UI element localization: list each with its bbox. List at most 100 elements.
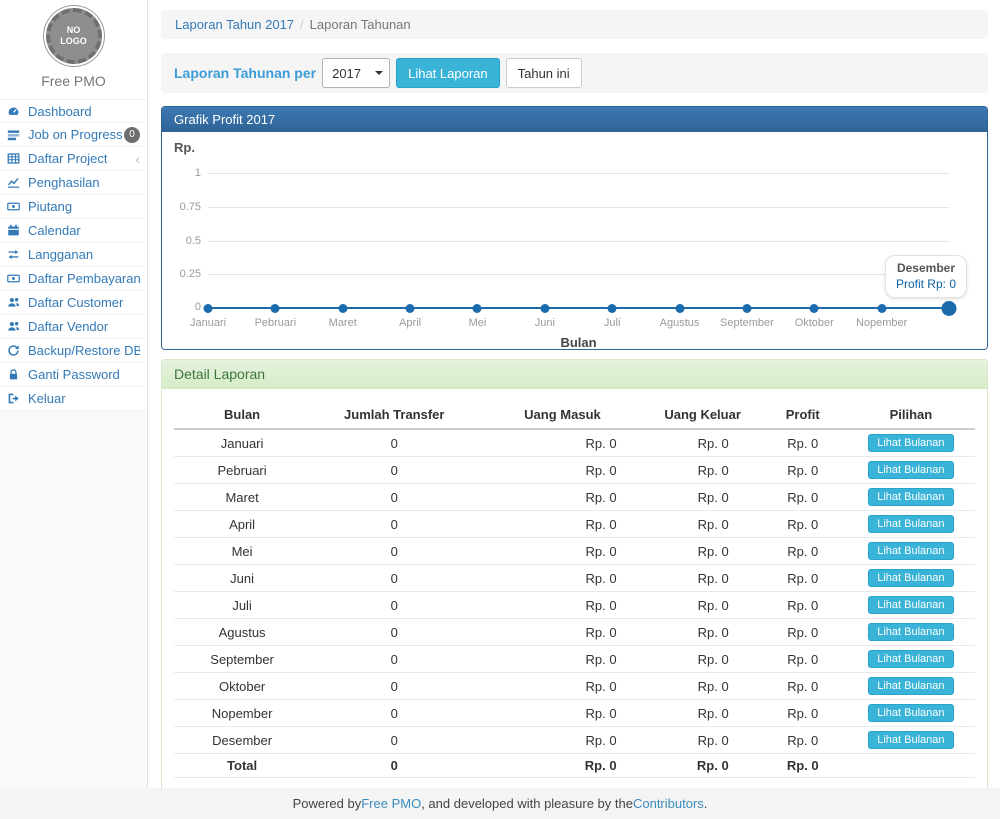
lihat-laporan-button[interactable]: Lihat Laporan <box>396 58 500 88</box>
lihat-bulanan-button[interactable]: Lihat Bulanan <box>868 623 953 641</box>
year-select-wrap: 2017 <box>322 58 390 88</box>
cell-bulan: Mei <box>174 538 310 565</box>
data-point-mei[interactable] <box>473 304 482 313</box>
cell-bulan: April <box>174 511 310 538</box>
y-tick: 0 <box>174 301 201 313</box>
data-point-juli[interactable] <box>608 304 617 313</box>
breadcrumb: Laporan Tahun 2017/Laporan Tahunan <box>161 10 988 39</box>
column-header-profit: Profit <box>759 401 847 429</box>
data-point-juni[interactable] <box>540 304 549 313</box>
sidebar-item-piutang[interactable]: Piutang <box>0 195 147 219</box>
table-total-row: Total 0 Rp. 0 Rp. 0 Rp. 0 <box>174 754 975 778</box>
detail-laporan-panel: Detail Laporan Bulan Jumlah Transfer Uan… <box>161 359 988 795</box>
filter-label: Laporan Tahunan per <box>174 65 316 81</box>
chart-panel-title: Grafik Profit 2017 <box>162 107 987 132</box>
cell-profit: Rp. 0 <box>759 511 847 538</box>
sidebar-item-dashboard[interactable]: Dashboard <box>0 99 147 123</box>
sidebar-item-label: Daftar Project <box>28 151 107 166</box>
data-point-oktober[interactable] <box>810 304 819 313</box>
data-point-maret[interactable] <box>338 304 347 313</box>
year-select[interactable]: 2017 <box>322 58 390 88</box>
cell-profit: Rp. 0 <box>759 727 847 754</box>
sidebar-item-ganti-password[interactable]: Ganti Password <box>0 363 147 387</box>
lihat-bulanan-button[interactable]: Lihat Bulanan <box>868 731 953 749</box>
lihat-bulanan-button[interactable]: Lihat Bulanan <box>868 677 953 695</box>
cell-jumlah-transfer: 0 <box>310 538 478 565</box>
cell-profit: Rp. 0 <box>759 673 847 700</box>
cell-uang-keluar: Rp. 0 <box>647 457 759 484</box>
cell-bulan: Juli <box>174 592 310 619</box>
sidebar-item-label: Piutang <box>28 199 72 214</box>
cell-profit: Rp. 0 <box>759 592 847 619</box>
cell-uang-masuk: Rp. 0 <box>478 565 646 592</box>
lihat-bulanan-button[interactable]: Lihat Bulanan <box>868 515 953 533</box>
lihat-bulanan-button[interactable]: Lihat Bulanan <box>868 569 953 587</box>
x-tick: Nopember <box>856 317 907 329</box>
sidebar-item-daftar-vendor[interactable]: Daftar Vendor <box>0 315 147 339</box>
sidebar-item-daftar-project[interactable]: Daftar Project ‹ <box>0 147 147 171</box>
sidebar-item-label: Ganti Password <box>28 367 120 382</box>
data-point-nopember[interactable] <box>877 304 886 313</box>
cell-jumlah-transfer: 0 <box>310 457 478 484</box>
lihat-bulanan-button[interactable]: Lihat Bulanan <box>868 434 953 452</box>
sidebar-item-daftar-customer[interactable]: Daftar Customer <box>0 291 147 315</box>
cell-uang-keluar: Rp. 0 <box>647 646 759 673</box>
sidebar-item-label: Backup/Restore DB <box>28 343 140 358</box>
column-header-pilihan: Pilihan <box>847 401 975 429</box>
sidebar-item-job-on-progress[interactable]: Job on Progress 0 <box>0 123 147 147</box>
lihat-bulanan-button[interactable]: Lihat Bulanan <box>868 461 953 479</box>
cell-total-uang-masuk: Rp. 0 <box>478 754 646 778</box>
lihat-bulanan-button[interactable]: Lihat Bulanan <box>868 596 953 614</box>
data-point-januari[interactable] <box>204 304 213 313</box>
sidebar-item-langganan[interactable]: Langganan <box>0 243 147 267</box>
data-point-pebruari[interactable] <box>271 304 280 313</box>
lihat-bulanan-button[interactable]: Lihat Bulanan <box>868 488 953 506</box>
cell-bulan: Januari <box>174 429 310 457</box>
cell-uang-masuk: Rp. 0 <box>478 646 646 673</box>
footer-link-free-pmo[interactable]: Free PMO <box>361 796 421 811</box>
lihat-bulanan-button[interactable]: Lihat Bulanan <box>868 704 953 722</box>
data-point-april[interactable] <box>406 304 415 313</box>
sidebar-menu: Dashboard Job on Progress 0 Daftar Proje… <box>0 99 147 411</box>
y-axis-title: Rp. <box>174 140 975 155</box>
footer-link-contributors[interactable]: Contributors <box>633 796 704 811</box>
tahun-ini-button[interactable]: Tahun ini <box>506 58 582 88</box>
main-content: Laporan Tahun 2017/Laporan Tahunan Lapor… <box>149 0 1000 795</box>
sidebar-item-label: Daftar Customer <box>28 295 123 310</box>
data-point-desember-highlighted[interactable] <box>942 301 957 316</box>
cell-uang-keluar: Rp. 0 <box>647 619 759 646</box>
cell-profit: Rp. 0 <box>759 429 847 457</box>
cell-bulan: Nopember <box>174 700 310 727</box>
sidebar-item-label: Penghasilan <box>28 175 100 190</box>
cell-jumlah-transfer: 0 <box>310 429 478 457</box>
sidebar-item-calendar[interactable]: Calendar <box>0 219 147 243</box>
users-icon <box>7 320 24 333</box>
table-row: Juli 0 Rp. 0 Rp. 0 Rp. 0 Lihat Bulanan <box>174 592 975 619</box>
cell-jumlah-transfer: 0 <box>310 673 478 700</box>
sidebar-item-label: Daftar Pembayaran <box>28 271 140 286</box>
lihat-bulanan-button[interactable]: Lihat Bulanan <box>868 650 953 668</box>
y-tick: 0.5 <box>174 235 201 247</box>
table-row: Januari 0 Rp. 0 Rp. 0 Rp. 0 Lihat Bulana… <box>174 429 975 457</box>
x-axis-title: Bulan <box>208 335 949 350</box>
data-point-agustus[interactable] <box>675 304 684 313</box>
breadcrumb-link[interactable]: Laporan Tahun 2017 <box>175 17 294 32</box>
sidebar-item-daftar-pembayaran[interactable]: Daftar Pembayaran <box>0 267 147 291</box>
data-point-september[interactable] <box>742 304 751 313</box>
cell-uang-masuk: Rp. 0 <box>478 619 646 646</box>
sidebar-item-backup-restore-db[interactable]: Backup/Restore DB <box>0 339 147 363</box>
cell-uang-keluar: Rp. 0 <box>647 727 759 754</box>
chart-tooltip: Desember Profit Rp: 0 <box>885 255 967 298</box>
sidebar-item-penghasilan[interactable]: Penghasilan <box>0 171 147 195</box>
brand: NO LOGO Free PMO <box>0 0 147 99</box>
cell-uang-masuk: Rp. 0 <box>478 592 646 619</box>
sidebar-item-keluar[interactable]: Keluar <box>0 387 147 411</box>
report-table: Bulan Jumlah Transfer Uang Masuk Uang Ke… <box>174 401 975 778</box>
gridline <box>208 241 949 242</box>
lihat-bulanan-button[interactable]: Lihat Bulanan <box>868 542 953 560</box>
column-header-uang-masuk: Uang Masuk <box>478 401 646 429</box>
brand-name: Free PMO <box>0 73 147 89</box>
cell-uang-keluar: Rp. 0 <box>647 673 759 700</box>
cell-uang-keluar: Rp. 0 <box>647 592 759 619</box>
cell-uang-keluar: Rp. 0 <box>647 429 759 457</box>
